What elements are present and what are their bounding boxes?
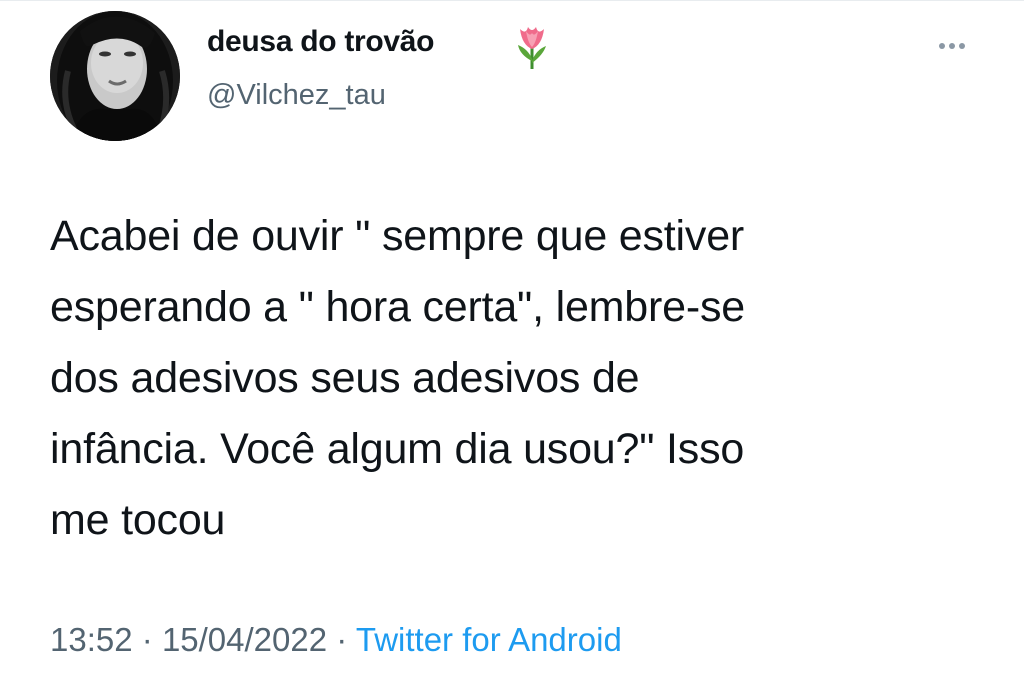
meta-separator: · <box>336 621 348 658</box>
avatar-image <box>50 11 180 141</box>
more-dot <box>959 43 965 49</box>
user-handle[interactable]: @Vilchez_tau <box>207 79 386 112</box>
tweet-card: deusa do trovão @Vilchez_tau Acabei de o… <box>0 0 1024 690</box>
display-name[interactable]: deusa do trovão <box>207 25 435 59</box>
tweet-source-link[interactable]: Twitter for Android <box>356 621 622 658</box>
meta-separator: · <box>141 621 153 658</box>
tweet-date[interactable]: 15/04/2022 <box>162 621 327 658</box>
more-dot <box>949 43 955 49</box>
more-horizontal-icon <box>939 43 945 49</box>
tweet-time[interactable]: 13:52 <box>50 621 133 658</box>
tweet-metadata: 13:52 · 15/04/2022 · Twitter for Android <box>50 621 622 659</box>
tweet-text: Acabei de ouvir " sempre que estiver esp… <box>50 212 745 544</box>
avatar[interactable] <box>50 11 180 141</box>
tulip-emoji-icon <box>510 21 554 71</box>
more-options-button[interactable] <box>930 33 974 59</box>
